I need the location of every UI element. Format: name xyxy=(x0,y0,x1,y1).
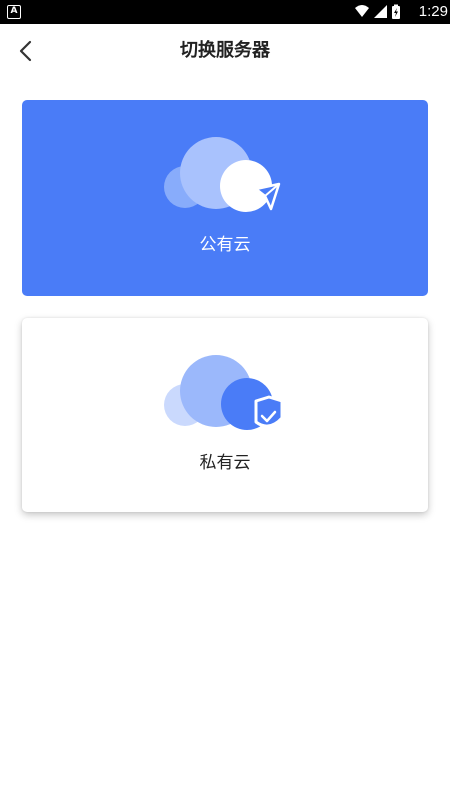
cellular-signal-icon xyxy=(374,5,387,18)
battery-charging-icon xyxy=(392,4,400,19)
wifi-icon xyxy=(355,5,369,17)
chevron-left-icon xyxy=(19,40,32,62)
cloud-send-icon xyxy=(164,137,281,212)
page-title: 切换服务器 xyxy=(180,40,270,61)
back-button[interactable] xyxy=(10,34,44,68)
status-bar: A 1:29 xyxy=(0,0,450,24)
public-cloud-option[interactable]: 公有云 xyxy=(22,100,428,296)
status-time: 1:29 xyxy=(418,3,448,20)
public-cloud-label: 公有云 xyxy=(199,235,251,255)
status-icons xyxy=(355,4,400,19)
private-cloud-option[interactable]: 私有云 xyxy=(22,318,428,512)
title-bar: 切换服务器 xyxy=(0,24,450,78)
private-cloud-label: 私有云 xyxy=(199,453,251,473)
cloud-shield-icon xyxy=(164,355,284,430)
app-notification-icon: A xyxy=(7,5,21,19)
